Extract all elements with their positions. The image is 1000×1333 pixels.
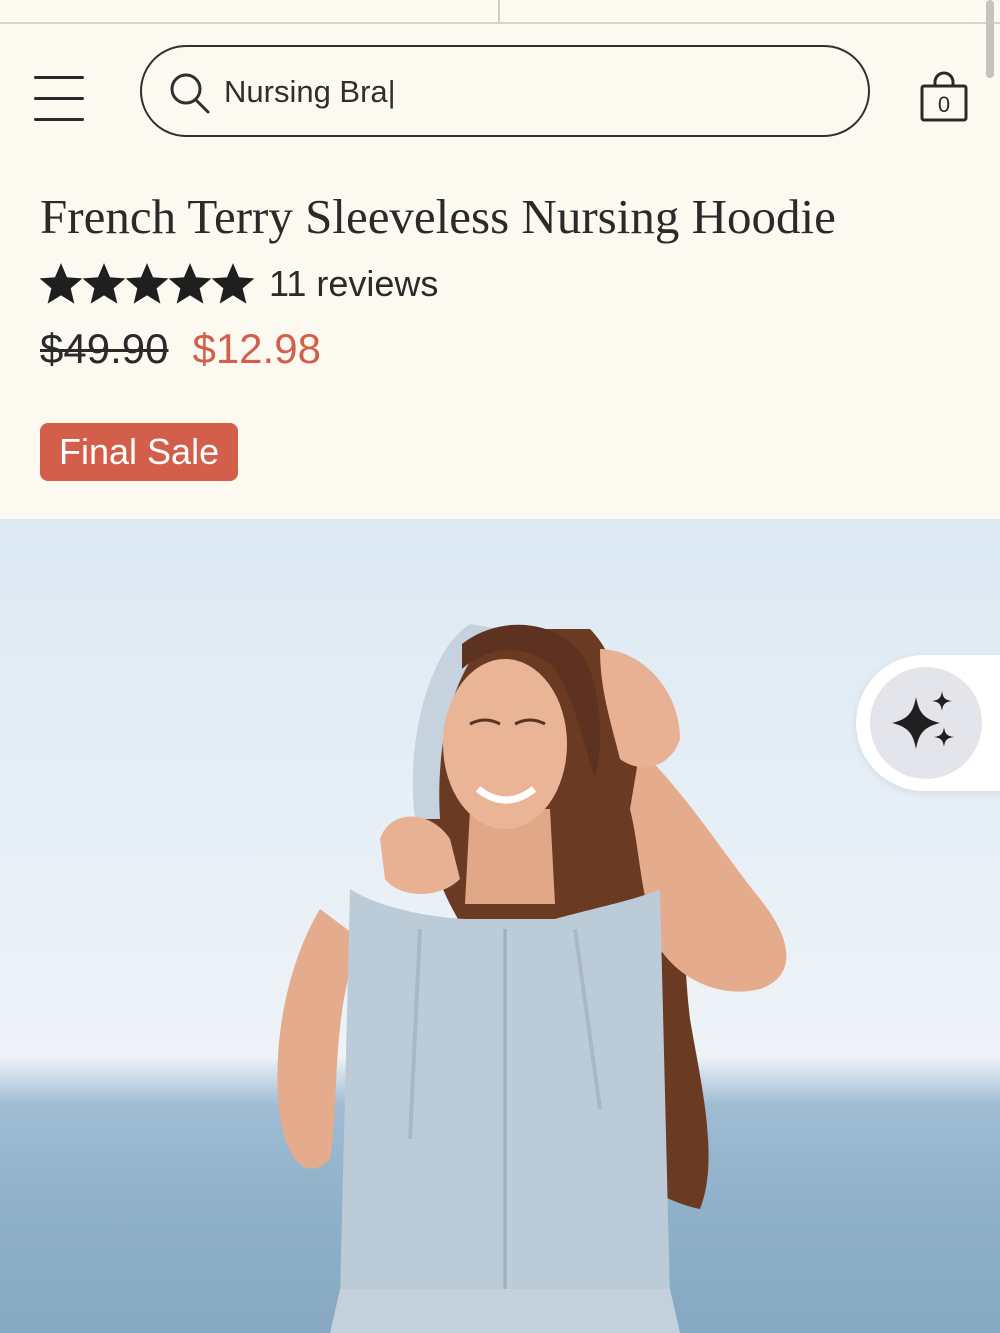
sale-price: $12.98 [192, 325, 321, 372]
star-icon [126, 263, 168, 304]
star-icon [212, 263, 254, 304]
hero-photo [277, 624, 787, 1333]
star-rating [40, 263, 255, 305]
menu-button[interactable] [34, 76, 86, 124]
search-icon [170, 73, 210, 114]
final-sale-badge: Final Sale [40, 423, 239, 481]
search-bar[interactable] [140, 45, 870, 137]
scrollbar[interactable] [986, 0, 994, 78]
menu-icon-bar [34, 76, 84, 79]
price-row: $49.90 $12.98 [40, 324, 321, 374]
top-strip [0, 0, 1000, 24]
star-icon [169, 263, 211, 304]
product-image[interactable] [0, 519, 1000, 1333]
sparkles-icon [892, 691, 954, 749]
menu-icon-bar [34, 118, 84, 121]
cart-count: 0 [937, 92, 951, 117]
product-rating[interactable]: 11 reviews [40, 262, 438, 306]
star-icon [83, 263, 125, 304]
menu-icon-bar [34, 97, 84, 100]
product-title: French Terry Sleeveless Nursing Hoodie [40, 189, 836, 244]
star-icon [40, 263, 82, 304]
original-price: $49.90 [40, 325, 169, 372]
cart-button[interactable]: 0 [916, 70, 972, 126]
search-input[interactable] [224, 69, 824, 115]
top-divider [498, 0, 500, 22]
reviews-link[interactable]: 11 reviews [269, 263, 438, 305]
ai-assistant-button[interactable] [856, 655, 1000, 791]
